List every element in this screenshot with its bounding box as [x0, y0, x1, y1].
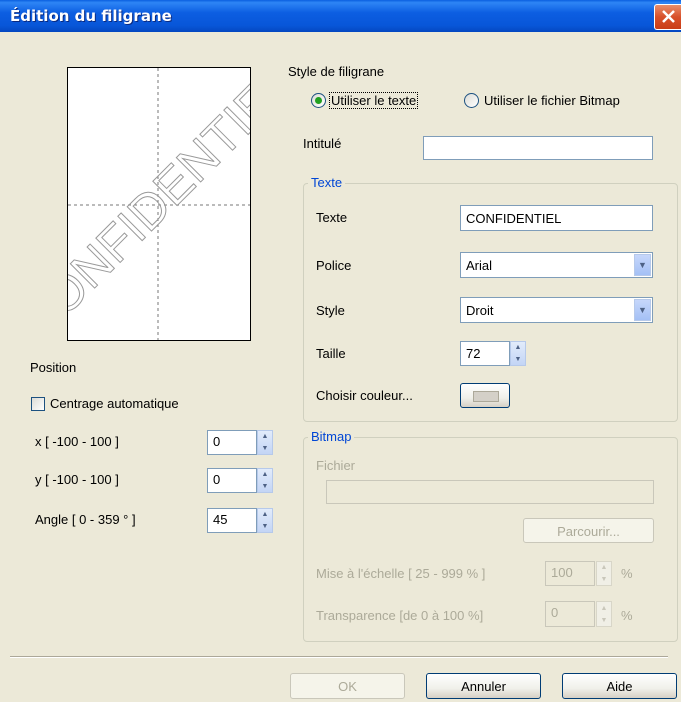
text-input[interactable]: CONFIDENTIEL — [460, 205, 653, 231]
browse-button[interactable]: Parcourir... — [523, 518, 654, 543]
close-button[interactable] — [654, 4, 681, 30]
chevron-down-icon[interactable]: ▼ — [634, 299, 651, 321]
close-icon — [662, 10, 675, 23]
auto-center-checkbox[interactable] — [31, 397, 45, 411]
font-label: Police — [316, 258, 352, 273]
style-select[interactable]: Droit ▼ — [460, 297, 653, 323]
caption-input[interactable] — [423, 136, 653, 160]
angle-spinner[interactable]: ▲ ▼ — [257, 508, 273, 533]
position-label: Position — [30, 360, 77, 375]
angle-input[interactable]: 45 — [207, 508, 257, 533]
spin-up-icon[interactable]: ▲ — [258, 469, 272, 481]
caption-label: Intitulé — [303, 136, 342, 151]
help-button[interactable]: Aide — [562, 673, 677, 699]
file-input[interactable] — [326, 480, 654, 504]
transparency-label: Transparence [de 0 à 100 %] — [316, 608, 484, 623]
preview-guides: CONFIDENTIEL — [68, 68, 250, 340]
spin-up-icon[interactable]: ▲ — [597, 602, 611, 614]
style-label: Style — [316, 303, 345, 318]
angle-label: Angle [ 0 - 359 ° ] — [35, 512, 136, 527]
transparency-input[interactable]: 0 — [545, 601, 595, 627]
radio-selected-dot — [315, 97, 322, 104]
x-label: x [ -100 - 100 ] — [35, 434, 119, 449]
ok-button[interactable]: OK — [290, 673, 405, 699]
chevron-down-icon[interactable]: ▼ — [634, 254, 651, 276]
choose-color-label: Choisir couleur... — [316, 388, 413, 403]
size-input[interactable]: 72 — [460, 341, 510, 366]
spin-down-icon[interactable]: ▼ — [597, 574, 611, 586]
scale-spinner[interactable]: ▲ ▼ — [596, 561, 612, 586]
transparency-unit: % — [621, 608, 633, 623]
y-spinner[interactable]: ▲ ▼ — [257, 468, 273, 493]
spin-up-icon[interactable]: ▲ — [258, 509, 272, 521]
spin-down-icon[interactable]: ▼ — [258, 521, 272, 533]
separator — [10, 656, 668, 658]
spin-down-icon[interactable]: ▼ — [597, 614, 611, 626]
size-label: Taille — [316, 346, 346, 361]
cancel-button[interactable]: Annuler — [426, 673, 541, 699]
font-select[interactable]: Arial ▼ — [460, 252, 653, 278]
spin-down-icon[interactable]: ▼ — [511, 354, 525, 366]
watermark-dialog: Édition du filigrane CONFIDENTIEL Style … — [0, 0, 681, 702]
spin-down-icon[interactable]: ▼ — [258, 481, 272, 493]
title-bar: Édition du filigrane — [0, 0, 681, 32]
x-spinner[interactable]: ▲ ▼ — [257, 430, 273, 455]
watermark-preview: CONFIDENTIEL — [67, 67, 251, 341]
scale-label: Mise à l'échelle [ 25 - 999 % ] — [316, 566, 486, 581]
x-input[interactable]: 0 — [207, 430, 257, 455]
font-select-value: Arial — [466, 258, 493, 273]
y-label: y [ -100 - 100 ] — [35, 472, 119, 487]
style-select-value: Droit — [466, 303, 494, 318]
scale-input[interactable]: 100 — [545, 561, 595, 586]
radio-use-text-label[interactable]: Utiliser le texte — [329, 92, 419, 109]
transparency-spinner[interactable]: ▲ ▼ — [596, 601, 612, 627]
text-field-label: Texte — [316, 210, 348, 225]
bitmap-group-title: Bitmap — [308, 429, 355, 444]
size-spinner[interactable]: ▲ ▼ — [510, 341, 526, 366]
y-input[interactable]: 0 — [207, 468, 257, 493]
scale-unit: % — [621, 566, 633, 581]
text-group-title: Texte — [308, 175, 346, 190]
preview-watermark-text: CONFIDENTIEL — [68, 68, 250, 340]
color-swatch — [473, 391, 499, 402]
spin-up-icon[interactable]: ▲ — [258, 431, 272, 443]
file-label: Fichier — [316, 458, 356, 473]
spin-up-icon[interactable]: ▲ — [511, 342, 525, 354]
auto-center-label[interactable]: Centrage automatique — [50, 396, 179, 411]
radio-use-bitmap-label[interactable]: Utiliser le fichier Bitmap — [484, 93, 620, 108]
window-title: Édition du filigrane — [10, 7, 172, 25]
choose-color-button[interactable] — [460, 383, 510, 408]
radio-use-bitmap[interactable] — [464, 93, 479, 108]
watermark-style-label: Style de filigrane — [288, 64, 385, 79]
radio-use-text[interactable] — [311, 93, 326, 108]
spin-up-icon[interactable]: ▲ — [597, 562, 611, 574]
spin-down-icon[interactable]: ▼ — [258, 443, 272, 455]
